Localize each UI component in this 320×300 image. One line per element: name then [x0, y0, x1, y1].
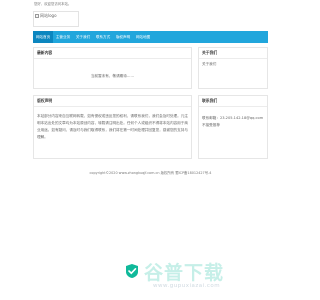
panel-title-latest: 最新内容	[34, 48, 191, 59]
nav-item-contact[interactable]: 联系方式	[93, 31, 113, 43]
about-text[interactable]: 关于我们	[199, 59, 267, 70]
nav-item-copyright[interactable]: 版权声明	[113, 31, 133, 43]
watermark-shield-icon	[126, 264, 138, 278]
panel-title-contact: 联系我们	[199, 96, 267, 107]
latest-empty-text: 当前暂未有，敬请期待……	[90, 74, 135, 78]
watermark-cn-text: 谷普下载	[144, 261, 225, 284]
welcome-text: 您好，欢迎您访问本站。	[34, 2, 72, 6]
copyright-text: 本站部分内容来自互联网转载，如有侵权或违反您的权利，请联系我们，我们会及时处理。…	[37, 114, 188, 139]
footer-copyright: copyright©2020 www.zhongkuqjf.com.cn 版权所…	[89, 171, 212, 175]
logo-alt-text: 网站logo	[40, 13, 57, 18]
latest-content-panel: 最新内容 当前暂未有，敬请期待……	[33, 47, 192, 89]
site-logo[interactable]: 网站logo	[33, 11, 79, 27]
copyright-panel: 版权声明 本站部分内容来自互联网转载，如有侵权或违反您的权利，请联系我们，我们会…	[33, 95, 192, 159]
panel-title-about: 关于我们	[199, 48, 267, 59]
contact-email: 联系邮箱：23.205.142.18@qq.com	[202, 116, 264, 120]
contact-panel: 联系我们 联系邮箱：23.205.142.18@qq.com 不接受推荐	[198, 95, 268, 159]
main-nav: 网站首页 主营业务 关于我们 联系方式 版权声明 网站地图	[33, 31, 268, 43]
contact-note: 不接受推荐	[202, 123, 220, 127]
watermark-en-text: www.gupuxiazai.com	[153, 283, 221, 289]
nav-item-home[interactable]: 网站首页	[33, 31, 53, 43]
nav-item-sitemap[interactable]: 网站地图	[133, 31, 153, 43]
watermark-logo: 谷普下载	[124, 261, 224, 284]
nav-item-business[interactable]: 主营业务	[53, 31, 73, 43]
about-us-panel: 关于我们 关于我们	[198, 47, 268, 89]
panel-title-copyright: 版权声明	[34, 96, 191, 107]
broken-image-icon	[35, 14, 39, 18]
nav-item-about[interactable]: 关于我们	[73, 31, 93, 43]
